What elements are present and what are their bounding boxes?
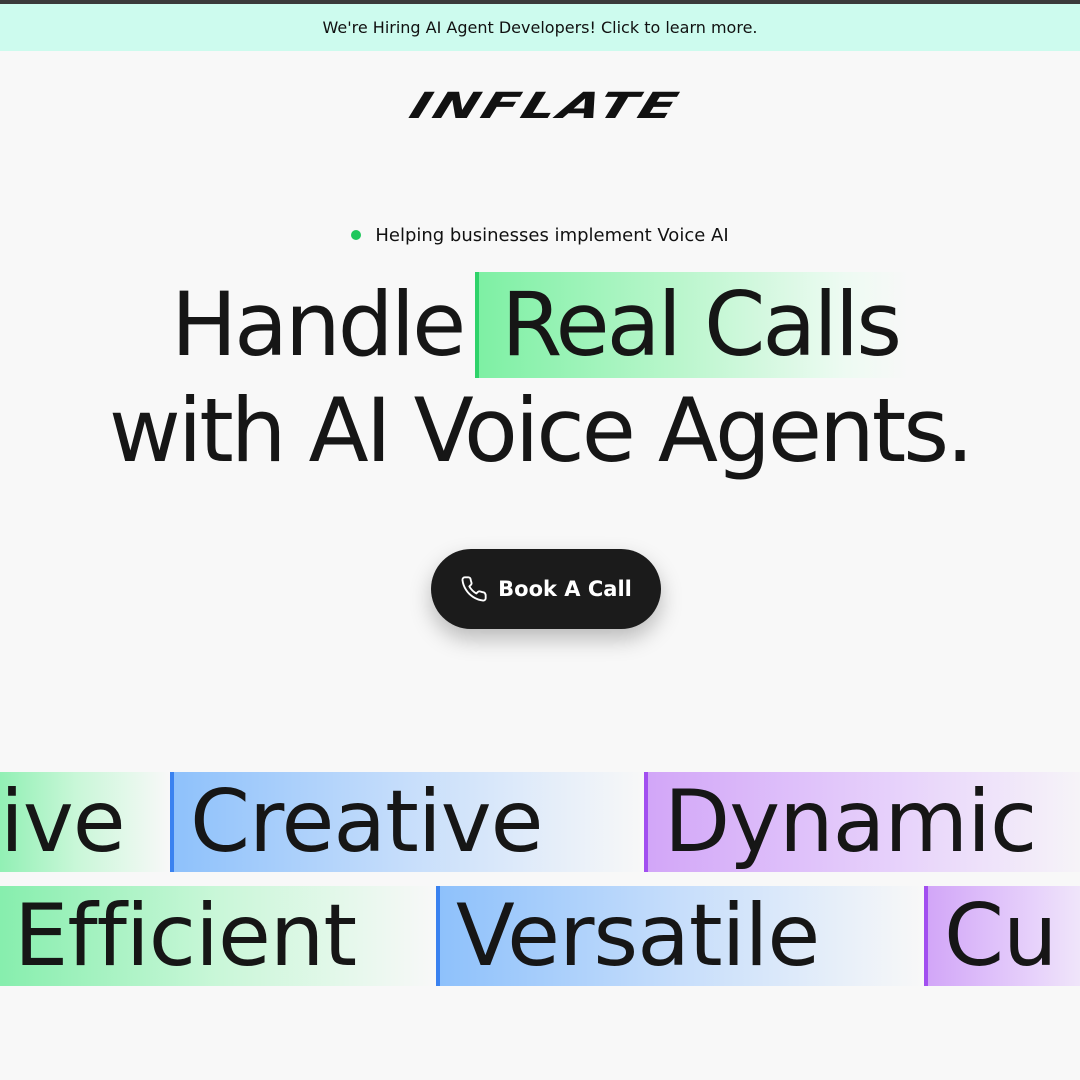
marquee-word: Creative <box>190 772 544 872</box>
marquee-chip: Efficient <box>0 886 435 986</box>
marquee-word: Versatile <box>456 886 820 986</box>
headline-line-2: with AI Voice Agents. <box>108 379 974 482</box>
marquee-row-1: ive Creative Dynamic <box>0 772 1080 872</box>
hero-tagline-text: Helping businesses implement Voice AI <box>375 224 729 246</box>
headline-part-1: Handle <box>170 273 466 376</box>
marquee-row-2: Efficient Versatile Cu <box>0 886 1080 986</box>
book-call-button[interactable]: Book A Call <box>431 549 661 629</box>
status-dot-icon <box>351 230 362 240</box>
headline-highlight: Real Calls <box>475 272 910 378</box>
brand-logo-text: INFLATE <box>405 88 686 122</box>
marquee-word: Cu <box>944 886 1058 986</box>
book-call-label[interactable]: Book A Call <box>498 577 632 601</box>
hero-tagline: Helping businesses implement Voice AI <box>0 222 1080 248</box>
brand-logo[interactable]: INFLATE <box>404 85 687 127</box>
marquee-chip: Cu <box>924 886 1080 986</box>
marquee-chip: Creative <box>170 772 645 872</box>
marquee-chip: ive <box>0 772 169 872</box>
hiring-banner[interactable]: We're Hiring AI Agent Developers! Click … <box>0 4 1080 51</box>
marquee-word: ive <box>0 772 126 872</box>
phone-icon <box>460 575 488 603</box>
headline-line-1: Handle Real Calls <box>0 272 1080 378</box>
marquee-word: Efficient <box>14 886 357 986</box>
hiring-banner-text[interactable]: We're Hiring AI Agent Developers! Click … <box>323 18 758 37</box>
hero-headline: Handle Real Calls with AI Voice Agents. <box>0 272 1080 484</box>
marquee-chip: Versatile <box>436 886 924 986</box>
marquee-chip: Dynamic <box>644 772 1080 872</box>
marquee-word: Dynamic <box>664 772 1037 872</box>
